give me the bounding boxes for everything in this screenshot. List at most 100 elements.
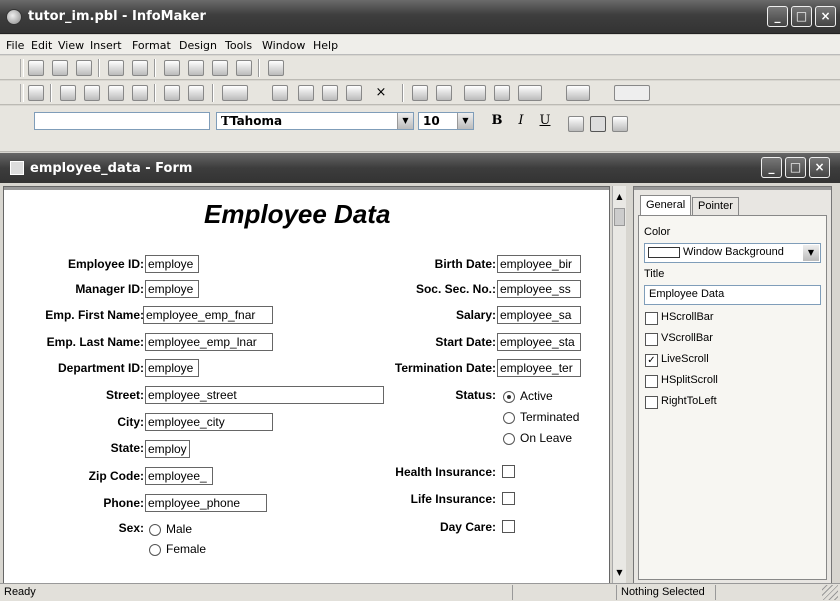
sex-male-radio[interactable] bbox=[149, 524, 161, 536]
vscrollbar-checkbox[interactable] bbox=[645, 333, 658, 346]
last-name-field[interactable]: employee_emp_lnar bbox=[145, 333, 273, 351]
first-name-field[interactable]: employee_emp_fnar bbox=[143, 306, 273, 324]
close-doc-icon[interactable] bbox=[76, 60, 92, 76]
paste-icon[interactable] bbox=[108, 85, 124, 101]
open-icon[interactable] bbox=[52, 60, 68, 76]
control-dropdown-icon[interactable] bbox=[222, 85, 248, 101]
chevron-down-icon[interactable]: ▼ bbox=[803, 245, 819, 261]
livescroll-checkbox[interactable]: ✓ bbox=[645, 354, 658, 367]
child-maximize-button[interactable]: □ bbox=[785, 157, 806, 178]
border-style-icon[interactable] bbox=[614, 85, 650, 101]
birth-date-field[interactable]: employee_bir bbox=[497, 255, 581, 273]
menu-design[interactable]: Design bbox=[179, 39, 217, 52]
scroll-down-icon[interactable]: ▼ bbox=[613, 566, 626, 580]
preview-icon[interactable] bbox=[322, 85, 338, 101]
child-close-button[interactable]: × bbox=[809, 157, 830, 178]
status-divider bbox=[715, 585, 716, 600]
start-date-field[interactable]: employee_sta bbox=[497, 333, 581, 351]
scroll-up-icon[interactable]: ▲ bbox=[613, 190, 626, 204]
maximize-button[interactable]: □ bbox=[791, 6, 812, 27]
space-icon[interactable] bbox=[436, 85, 452, 101]
align-center-icon[interactable] bbox=[590, 116, 606, 132]
style-combo[interactable] bbox=[34, 112, 210, 130]
righttoleft-label: RightToLeft bbox=[661, 395, 717, 407]
run-icon[interactable] bbox=[346, 85, 362, 101]
street-field[interactable]: employee_street bbox=[145, 386, 384, 404]
status-active-radio[interactable] bbox=[503, 391, 515, 403]
align-icon[interactable] bbox=[412, 85, 428, 101]
chevron-down-icon[interactable]: ▼ bbox=[457, 113, 473, 129]
pipeline-icon[interactable] bbox=[212, 60, 228, 76]
salary-field[interactable]: employee_sa bbox=[497, 306, 581, 324]
align-right-icon[interactable] bbox=[612, 116, 628, 132]
font-name-combo[interactable]: TTahoma ▼ bbox=[216, 112, 414, 130]
title-input[interactable]: Employee Data bbox=[644, 285, 821, 305]
underline-button[interactable]: U bbox=[536, 112, 554, 130]
cut-icon[interactable] bbox=[60, 85, 76, 101]
align-left-icon[interactable] bbox=[568, 116, 584, 132]
menu-insert[interactable]: Insert bbox=[90, 39, 122, 52]
minimize-button[interactable]: _ bbox=[767, 6, 788, 27]
menu-edit[interactable]: Edit bbox=[31, 39, 52, 52]
ssn-field[interactable]: employee_ss bbox=[497, 280, 581, 298]
undo-icon[interactable] bbox=[164, 85, 180, 101]
menu-format[interactable]: Format bbox=[132, 39, 171, 52]
grid-icon[interactable] bbox=[298, 85, 314, 101]
text-color-icon[interactable] bbox=[566, 85, 590, 101]
toolbar-grip[interactable] bbox=[20, 84, 24, 102]
form-icon[interactable] bbox=[188, 60, 204, 76]
state-field[interactable]: employ bbox=[145, 440, 190, 458]
layer-icon[interactable] bbox=[494, 85, 510, 101]
menu-window[interactable]: Window bbox=[262, 39, 305, 52]
report-icon[interactable] bbox=[164, 60, 180, 76]
save-icon[interactable] bbox=[28, 85, 44, 101]
exit-icon[interactable] bbox=[268, 60, 284, 76]
background-color-icon[interactable] bbox=[518, 85, 542, 101]
redo-icon[interactable] bbox=[188, 85, 204, 101]
tab-general[interactable]: General bbox=[640, 195, 692, 215]
health-insurance-checkbox[interactable] bbox=[502, 465, 515, 478]
city-field[interactable]: employee_city bbox=[145, 413, 273, 431]
zip-code-field[interactable]: employee_ bbox=[145, 467, 213, 485]
day-care-checkbox[interactable] bbox=[502, 520, 515, 533]
menu-help[interactable]: Help bbox=[313, 39, 338, 52]
chevron-down-icon[interactable]: ▼ bbox=[397, 113, 413, 129]
menu-tools[interactable]: Tools bbox=[225, 39, 252, 52]
child-minimize-button[interactable]: _ bbox=[761, 157, 782, 178]
close-button[interactable]: × bbox=[815, 6, 836, 27]
database-icon[interactable] bbox=[236, 60, 252, 76]
print-preview-icon[interactable] bbox=[108, 60, 124, 76]
tab-order-icon[interactable] bbox=[272, 85, 288, 101]
new-icon[interactable] bbox=[28, 60, 44, 76]
size-icon[interactable] bbox=[464, 85, 486, 101]
phone-field[interactable]: employee_phone bbox=[145, 494, 267, 512]
clear-icon[interactable] bbox=[132, 85, 148, 101]
color-dropdown[interactable]: Window Background ▼ bbox=[644, 243, 821, 263]
bold-button[interactable]: B bbox=[488, 112, 506, 130]
menu-file[interactable]: File bbox=[6, 39, 24, 52]
resize-grip-icon[interactable] bbox=[822, 585, 838, 600]
canvas-vertical-scrollbar[interactable]: ▲ ▼ bbox=[612, 186, 626, 584]
hscrollbar-checkbox[interactable] bbox=[645, 312, 658, 325]
righttoleft-checkbox[interactable] bbox=[645, 396, 658, 409]
form-heading[interactable]: Employee Data bbox=[204, 199, 390, 230]
life-insurance-checkbox[interactable] bbox=[502, 492, 515, 505]
toolbar-grip[interactable] bbox=[20, 59, 24, 77]
employee-id-field[interactable]: employe bbox=[145, 255, 199, 273]
font-size-combo[interactable]: 10 ▼ bbox=[418, 112, 474, 130]
department-id-field[interactable]: employe bbox=[145, 359, 199, 377]
form-canvas[interactable]: Employee Data Employee ID: employe Manag… bbox=[3, 186, 610, 584]
status-terminated-radio[interactable] bbox=[503, 412, 515, 424]
query-icon[interactable] bbox=[132, 60, 148, 76]
close-painter-icon[interactable]: × bbox=[372, 84, 390, 102]
italic-button[interactable]: I bbox=[512, 112, 530, 130]
scroll-thumb[interactable] bbox=[614, 208, 625, 226]
manager-id-field[interactable]: employe bbox=[145, 280, 199, 298]
menu-view[interactable]: View bbox=[58, 39, 84, 52]
termination-date-field[interactable]: employee_ter bbox=[497, 359, 581, 377]
copy-icon[interactable] bbox=[84, 85, 100, 101]
tab-pointer[interactable]: Pointer bbox=[692, 197, 739, 215]
status-on-leave-radio[interactable] bbox=[503, 433, 515, 445]
sex-female-radio[interactable] bbox=[149, 544, 161, 556]
hsplitscroll-checkbox[interactable] bbox=[645, 375, 658, 388]
